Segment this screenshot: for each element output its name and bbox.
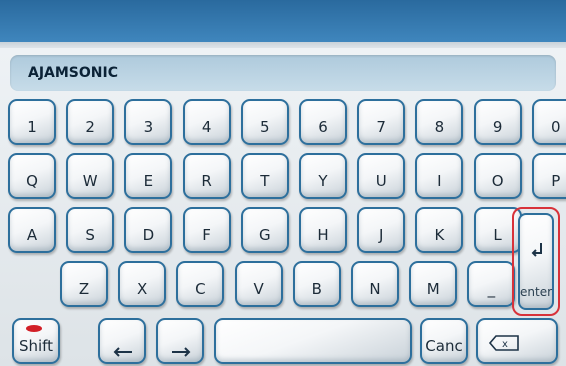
key-label: 8 (434, 118, 445, 136)
key-label: 6 (318, 118, 328, 136)
key-label: D (142, 226, 155, 244)
key-label: H (317, 226, 329, 244)
key-top-i[interactable]: I (415, 153, 464, 199)
key-label: P (551, 172, 561, 190)
shift-key[interactable]: Shift (12, 318, 60, 364)
arrow-left-icon (113, 347, 132, 357)
arrow-right-icon (172, 347, 191, 357)
key-home-k[interactable]: K (415, 207, 464, 253)
key-label: F (202, 226, 211, 244)
key-label: V (253, 280, 264, 298)
text-input[interactable]: AJAMSONIC (10, 55, 556, 91)
backspace-icon: x (488, 335, 519, 351)
key-numbers-5[interactable]: 5 (240, 99, 289, 145)
backspace-key[interactable]: x (476, 318, 558, 364)
key-label: B (311, 280, 322, 298)
key-top-w[interactable]: W (66, 153, 115, 199)
key-top-u[interactable]: U (357, 153, 406, 199)
key-numbers-7[interactable]: 7 (357, 99, 406, 145)
key-label: T (260, 172, 270, 190)
key-label: 7 (376, 118, 386, 136)
shift-key-label: Shift (18, 337, 54, 355)
key-numbers-0[interactable]: 0 (531, 99, 566, 145)
key-bottom-n[interactable]: N (351, 261, 399, 307)
title-bar (0, 0, 566, 42)
shift-indicator (26, 325, 42, 332)
key-top-e[interactable]: E (124, 153, 173, 199)
key-bottom-underscore[interactable]: _ (467, 261, 516, 307)
key-label: _ (487, 280, 496, 298)
key-numbers-1[interactable]: 1 (8, 99, 56, 145)
key-label: G (258, 226, 271, 244)
key-label: 9 (492, 118, 503, 136)
key-label: J (378, 226, 384, 244)
key-bottom-x[interactable]: X (118, 261, 167, 307)
key-numbers-4[interactable]: 4 (182, 99, 231, 145)
key-label: 3 (143, 118, 154, 136)
cursor-right-key[interactable] (156, 318, 204, 364)
key-top-o[interactable]: O (473, 153, 522, 199)
key-label: 0 (551, 118, 561, 136)
key-label: K (434, 226, 445, 244)
key-label: M (426, 280, 440, 298)
key-top-y[interactable]: Y (299, 153, 347, 199)
key-label: W (82, 172, 98, 190)
key-home-s[interactable]: S (66, 207, 115, 253)
key-label: O (491, 172, 504, 190)
key-label: Q (26, 172, 38, 190)
key-label: X (137, 280, 148, 298)
key-numbers-6[interactable]: 6 (299, 99, 347, 145)
key-bottom-z[interactable]: Z (60, 261, 108, 307)
key-label: 2 (85, 118, 95, 136)
key-numbers-3[interactable]: 3 (124, 99, 173, 145)
key-home-a[interactable]: A (8, 207, 56, 253)
return-arrow-icon (531, 243, 542, 257)
key-label: 4 (201, 118, 212, 136)
key-top-q[interactable]: Q (8, 153, 56, 199)
key-top-p[interactable]: P (531, 153, 566, 199)
svg-text:x: x (502, 339, 508, 350)
key-label: E (143, 172, 154, 190)
key-home-f[interactable]: F (182, 207, 231, 253)
key-home-h[interactable]: H (299, 207, 347, 253)
key-label: I (437, 172, 442, 190)
key-numbers-8[interactable]: 8 (415, 99, 464, 145)
key-top-t[interactable]: T (240, 153, 289, 199)
key-label: U (375, 172, 387, 190)
key-label: 1 (27, 118, 37, 136)
key-top-r[interactable]: R (182, 153, 231, 199)
key-numbers-2[interactable]: 2 (66, 99, 115, 145)
key-label: 5 (260, 118, 270, 136)
key-bottom-m[interactable]: M (409, 261, 458, 307)
cursor-left-key[interactable] (98, 318, 146, 364)
key-label: N (369, 280, 381, 298)
key-numbers-9[interactable]: 9 (473, 99, 522, 145)
key-label: C (195, 280, 206, 298)
key-label: S (85, 226, 95, 244)
key-home-j[interactable]: J (357, 207, 406, 253)
space-key[interactable] (214, 318, 412, 364)
enter-key-highlight[interactable]: enter (512, 207, 560, 316)
key-home-g[interactable]: G (240, 207, 289, 253)
enter-key[interactable]: enter (518, 213, 554, 310)
cancel-key[interactable]: Canc (420, 318, 468, 364)
key-label: Z (78, 280, 90, 298)
key-home-d[interactable]: D (124, 207, 173, 253)
key-label: Y (318, 172, 328, 190)
key-label: R (201, 172, 212, 190)
key-bottom-c[interactable]: C (176, 261, 225, 307)
key-bottom-b[interactable]: B (292, 261, 341, 307)
key-label: L (493, 226, 502, 244)
cancel-key-label: Canc (425, 337, 463, 355)
key-bottom-v[interactable]: V (234, 261, 283, 307)
enter-key-label: enter (520, 285, 553, 299)
key-label: A (26, 226, 38, 244)
